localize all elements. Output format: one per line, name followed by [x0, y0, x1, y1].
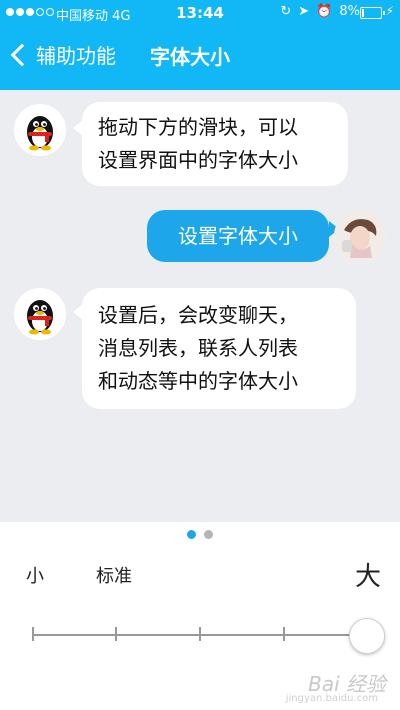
slider-tick[interactable]: [283, 627, 285, 641]
page-indicator: [0, 530, 400, 539]
font-size-slider-track[interactable]: [32, 634, 370, 636]
slider-tick[interactable]: [32, 627, 34, 641]
chevron-left-icon: [10, 43, 34, 66]
rotation-lock-icon: ↻: [280, 4, 292, 19]
slider-tick[interactable]: [199, 627, 201, 641]
chat-line: 设置字体大小: [178, 224, 298, 248]
back-button[interactable]: 辅助功能: [8, 40, 116, 69]
page-title: 字体大小: [150, 45, 230, 69]
qq-penguin-icon: [14, 104, 66, 156]
label-large: 大: [355, 562, 382, 592]
top-bar: 中国移动 4G 13:44 ↻ ➤ ⏰ 8% ⚡ 辅助功能 字体大小: [0, 0, 400, 90]
chat-preview: 拖动下方的滑块，可以 设置界面中的字体大小 设置字体大小 设置后，会改变聊天， …: [0, 90, 400, 522]
status-icons: ↻ ➤ ⏰ 8%: [280, 4, 360, 19]
qq-penguin-icon: [14, 288, 66, 340]
page-dot[interactable]: [204, 530, 213, 539]
chat-bubble: 设置后，会改变聊天， 消息列表，联系人列表 和动态等中的字体大小: [82, 288, 356, 409]
chat-line: 设置界面中的字体大小: [98, 148, 298, 172]
label-standard: 标准: [96, 566, 132, 587]
alarm-clock-icon: ⏰: [316, 4, 333, 19]
chat-line: 拖动下方的滑块，可以: [98, 115, 298, 139]
back-label: 辅助功能: [36, 44, 116, 68]
user-avatar-photo: [334, 210, 386, 262]
location-arrow-icon: ➤: [298, 4, 310, 19]
watermark-url: jingyan.baidu.com: [285, 693, 378, 704]
chat-line: 消息列表，联系人列表: [98, 336, 298, 360]
chat-line: 和动态等中的字体大小: [98, 369, 298, 393]
font-size-slider-thumb[interactable]: [349, 618, 385, 654]
battery-icon: [360, 7, 385, 19]
nav-bar: 辅助功能 字体大小: [0, 26, 400, 90]
status-bar: 中国移动 4G 13:44 ↻ ➤ ⏰ 8% ⚡: [0, 0, 400, 26]
slider-tick[interactable]: [115, 627, 117, 641]
charging-bolt-icon: ⚡: [385, 4, 394, 18]
page-dot-active[interactable]: [187, 530, 196, 539]
chat-bubble: 拖动下方的滑块，可以 设置界面中的字体大小: [82, 102, 348, 186]
chat-bubble-sent: 设置字体大小: [147, 210, 329, 262]
battery-percent: 8%: [339, 4, 360, 19]
label-small: 小: [26, 566, 44, 587]
chat-line: 设置后，会改变聊天，: [98, 303, 298, 327]
